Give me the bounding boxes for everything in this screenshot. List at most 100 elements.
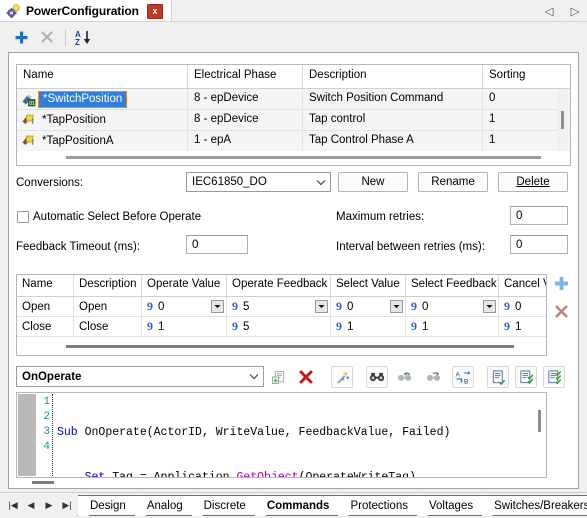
scrollbar-thumb[interactable] xyxy=(32,481,54,484)
scrollbar-thumb[interactable] xyxy=(561,111,564,129)
tab-commands[interactable]: Commands xyxy=(254,495,339,516)
new-conversion-button[interactable]: New xyxy=(338,172,408,192)
document-tab[interactable]: PowerConfiguration x xyxy=(0,0,172,22)
tab-design[interactable]: Design xyxy=(78,495,135,516)
scrollbar-thumb[interactable] xyxy=(66,345,514,348)
commands-grid[interactable]: Name Description Operate Value Operate F… xyxy=(16,274,547,356)
automatic-select-checkbox[interactable] xyxy=(17,211,29,223)
row-select-value[interactable]: 9 0 xyxy=(331,297,406,316)
editor-horizontal-scrollbar[interactable] xyxy=(16,478,547,487)
script-editor[interactable]: 1 2 3 4 Sub OnOperate(ActorID, WriteValu… xyxy=(16,392,547,478)
find-next-button[interactable] xyxy=(422,366,444,388)
row-operate-feedback[interactable]: 9 5 xyxy=(227,317,331,336)
window-title: PowerConfiguration xyxy=(26,4,139,18)
validate-all-button[interactable] xyxy=(543,366,565,388)
chevron-down-icon[interactable] xyxy=(390,300,403,313)
tab-voltages[interactable]: Voltages xyxy=(416,495,483,516)
points-grid-vertical-scrollbar[interactable] xyxy=(557,89,568,153)
tab-switches-breakers[interactable]: Switches/Breakers xyxy=(482,495,587,516)
compile-button[interactable] xyxy=(515,366,537,388)
chevron-down-icon[interactable] xyxy=(315,300,328,313)
table-row[interactable]: 01 *SwitchPosition 8 - epDevice Switch P… xyxy=(17,89,570,110)
column-header-description[interactable]: Description xyxy=(74,275,142,296)
row-name[interactable]: *TapPosition xyxy=(38,113,110,128)
row-select-value[interactable]: 9 1 xyxy=(331,317,406,336)
script-event-select[interactable]: OnOperate xyxy=(16,366,264,387)
nav-prev-icon[interactable]: ◁ xyxy=(543,4,555,18)
find-button[interactable] xyxy=(366,366,388,388)
rename-conversion-button[interactable]: Rename xyxy=(418,172,488,192)
feedback-timeout-input[interactable]: 0 xyxy=(186,235,248,254)
column-header-sorting[interactable]: Sorting xyxy=(483,65,570,88)
column-header-electrical-phase[interactable]: Electrical Phase xyxy=(188,65,303,88)
table-row[interactable]: *TapPositionA 1 - epA Tap Control Phase … xyxy=(17,131,570,152)
maximum-retries-input[interactable]: 0 xyxy=(510,206,568,225)
tab-protections[interactable]: Protections xyxy=(338,495,417,516)
delete-button[interactable] xyxy=(34,25,60,49)
tab-analog[interactable]: Analog xyxy=(134,495,192,516)
scrollbar-thumb[interactable] xyxy=(538,410,541,432)
commands-grid-horizontal-scrollbar[interactable] xyxy=(18,340,545,354)
column-header-name[interactable]: Name xyxy=(17,65,188,88)
replace-button[interactable]: A B xyxy=(452,366,474,388)
line-number: 3 xyxy=(43,426,50,438)
row-name[interactable]: *TapPositionA xyxy=(38,134,118,149)
table-row[interactable]: Close Close 9 1 9 5 9 1 9 1 9 1 xyxy=(17,317,546,337)
tab-nav-last[interactable]: ▶| xyxy=(60,498,74,512)
row-select-feedback[interactable]: 9 1 xyxy=(406,317,499,336)
numeric-type-icon: 9 xyxy=(504,319,510,333)
line-number: 1 xyxy=(43,396,50,408)
row-select-feedback[interactable]: 9 0 xyxy=(406,297,499,316)
tab-label: Design xyxy=(90,499,126,512)
editor-vertical-scrollbar[interactable] xyxy=(534,394,545,476)
delete-conversion-button[interactable]: Delete xyxy=(498,172,568,192)
remove-command-button[interactable] xyxy=(550,300,572,322)
row-cancel-value[interactable]: 9 1 xyxy=(499,317,546,336)
copy-script-button[interactable] xyxy=(267,366,289,388)
points-grid[interactable]: Name Electrical Phase Description Sortin… xyxy=(16,64,571,166)
editor-code[interactable]: Sub OnOperate(ActorID, WriteValue, Feedb… xyxy=(57,395,532,477)
points-grid-horizontal-scrollbar[interactable] xyxy=(18,151,569,164)
power-configuration-window: PowerConfiguration x ◁ ▷ A Z Name Electr… xyxy=(0,0,587,518)
numeric-type-icon: 9 xyxy=(336,299,342,313)
column-header-select-feedback[interactable]: Select Feedback xyxy=(406,275,499,296)
line-number: 2 xyxy=(43,411,50,423)
add-command-button[interactable] xyxy=(550,272,572,294)
add-button[interactable] xyxy=(8,25,34,49)
conversions-select[interactable]: IEC61850_DO xyxy=(186,172,331,192)
row-operate-value[interactable]: 9 0 xyxy=(142,297,227,316)
row-name[interactable]: *SwitchPosition xyxy=(38,90,128,108)
nav-next-icon[interactable]: ▷ xyxy=(569,4,581,18)
tap-point-icon xyxy=(21,113,36,128)
interval-between-retries-input[interactable]: 0 xyxy=(510,235,568,254)
row-cancel-value[interactable]: 9 0 xyxy=(499,297,546,316)
row-description: Close xyxy=(74,317,142,336)
row-operate-value[interactable]: 9 1 xyxy=(142,317,227,336)
column-header-description[interactable]: Description xyxy=(303,65,483,88)
sort-az-button[interactable]: A Z xyxy=(71,25,97,49)
column-header-operate-value[interactable]: Operate Value xyxy=(142,275,227,296)
chevron-down-icon[interactable] xyxy=(483,300,496,313)
table-row[interactable]: *TapPosition 8 - epDevice Tap control 1 xyxy=(17,110,570,131)
find-previous-button[interactable] xyxy=(394,366,416,388)
row-operate-feedback[interactable]: 9 5 xyxy=(227,297,331,316)
tab-nav-first[interactable]: |◀ xyxy=(6,498,20,512)
tab-nav-prev[interactable]: ◀ xyxy=(24,498,38,512)
column-header-select-value[interactable]: Select Value xyxy=(331,275,406,296)
wand-icon xyxy=(336,370,349,384)
tab-nav-next[interactable]: ▶ xyxy=(42,498,56,512)
toolbar-separator xyxy=(65,28,66,46)
table-row[interactable]: Open Open 9 0 9 5 9 0 9 0 9 0 xyxy=(17,297,546,317)
column-header-operate-feedback[interactable]: Operate Feedback xyxy=(227,275,331,296)
column-header-cancel-value[interactable]: Cancel V.. xyxy=(499,275,546,296)
chevron-down-icon xyxy=(312,179,330,186)
column-header-name[interactable]: Name xyxy=(17,275,74,296)
scrollbar-thumb[interactable] xyxy=(66,156,541,159)
check-syntax-button[interactable] xyxy=(487,366,509,388)
plus-icon xyxy=(15,31,27,43)
wand-button[interactable] xyxy=(331,366,353,388)
close-icon[interactable]: x xyxy=(146,3,163,19)
tab-discrete[interactable]: Discrete xyxy=(191,495,255,516)
delete-script-button[interactable] xyxy=(295,366,317,388)
chevron-down-icon[interactable] xyxy=(211,300,224,313)
